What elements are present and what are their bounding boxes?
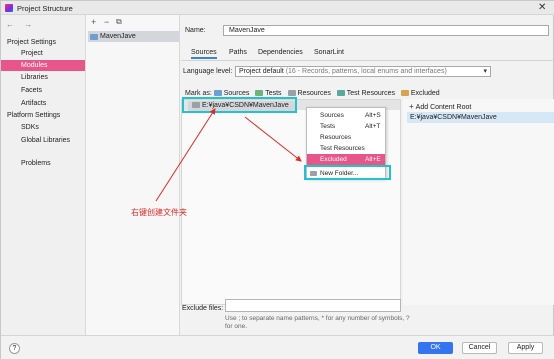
project-structure-window: Project Structure ✕ ← → Project Settings… — [0, 0, 554, 359]
dialog-button-bar: ? OK Cancel Apply — [1, 335, 554, 359]
apply-button[interactable]: Apply — [508, 342, 543, 354]
help-icon[interactable]: ? — [9, 343, 20, 354]
arrow-to-root — [155, 108, 216, 202]
annotation-text: 右键创建文件夹 — [131, 208, 187, 217]
ok-button[interactable]: OK — [418, 342, 453, 354]
cancel-button[interactable]: Cancel — [462, 342, 497, 354]
annotation-arrows — [155, 108, 302, 202]
arrow-to-new-folder — [244, 116, 302, 162]
